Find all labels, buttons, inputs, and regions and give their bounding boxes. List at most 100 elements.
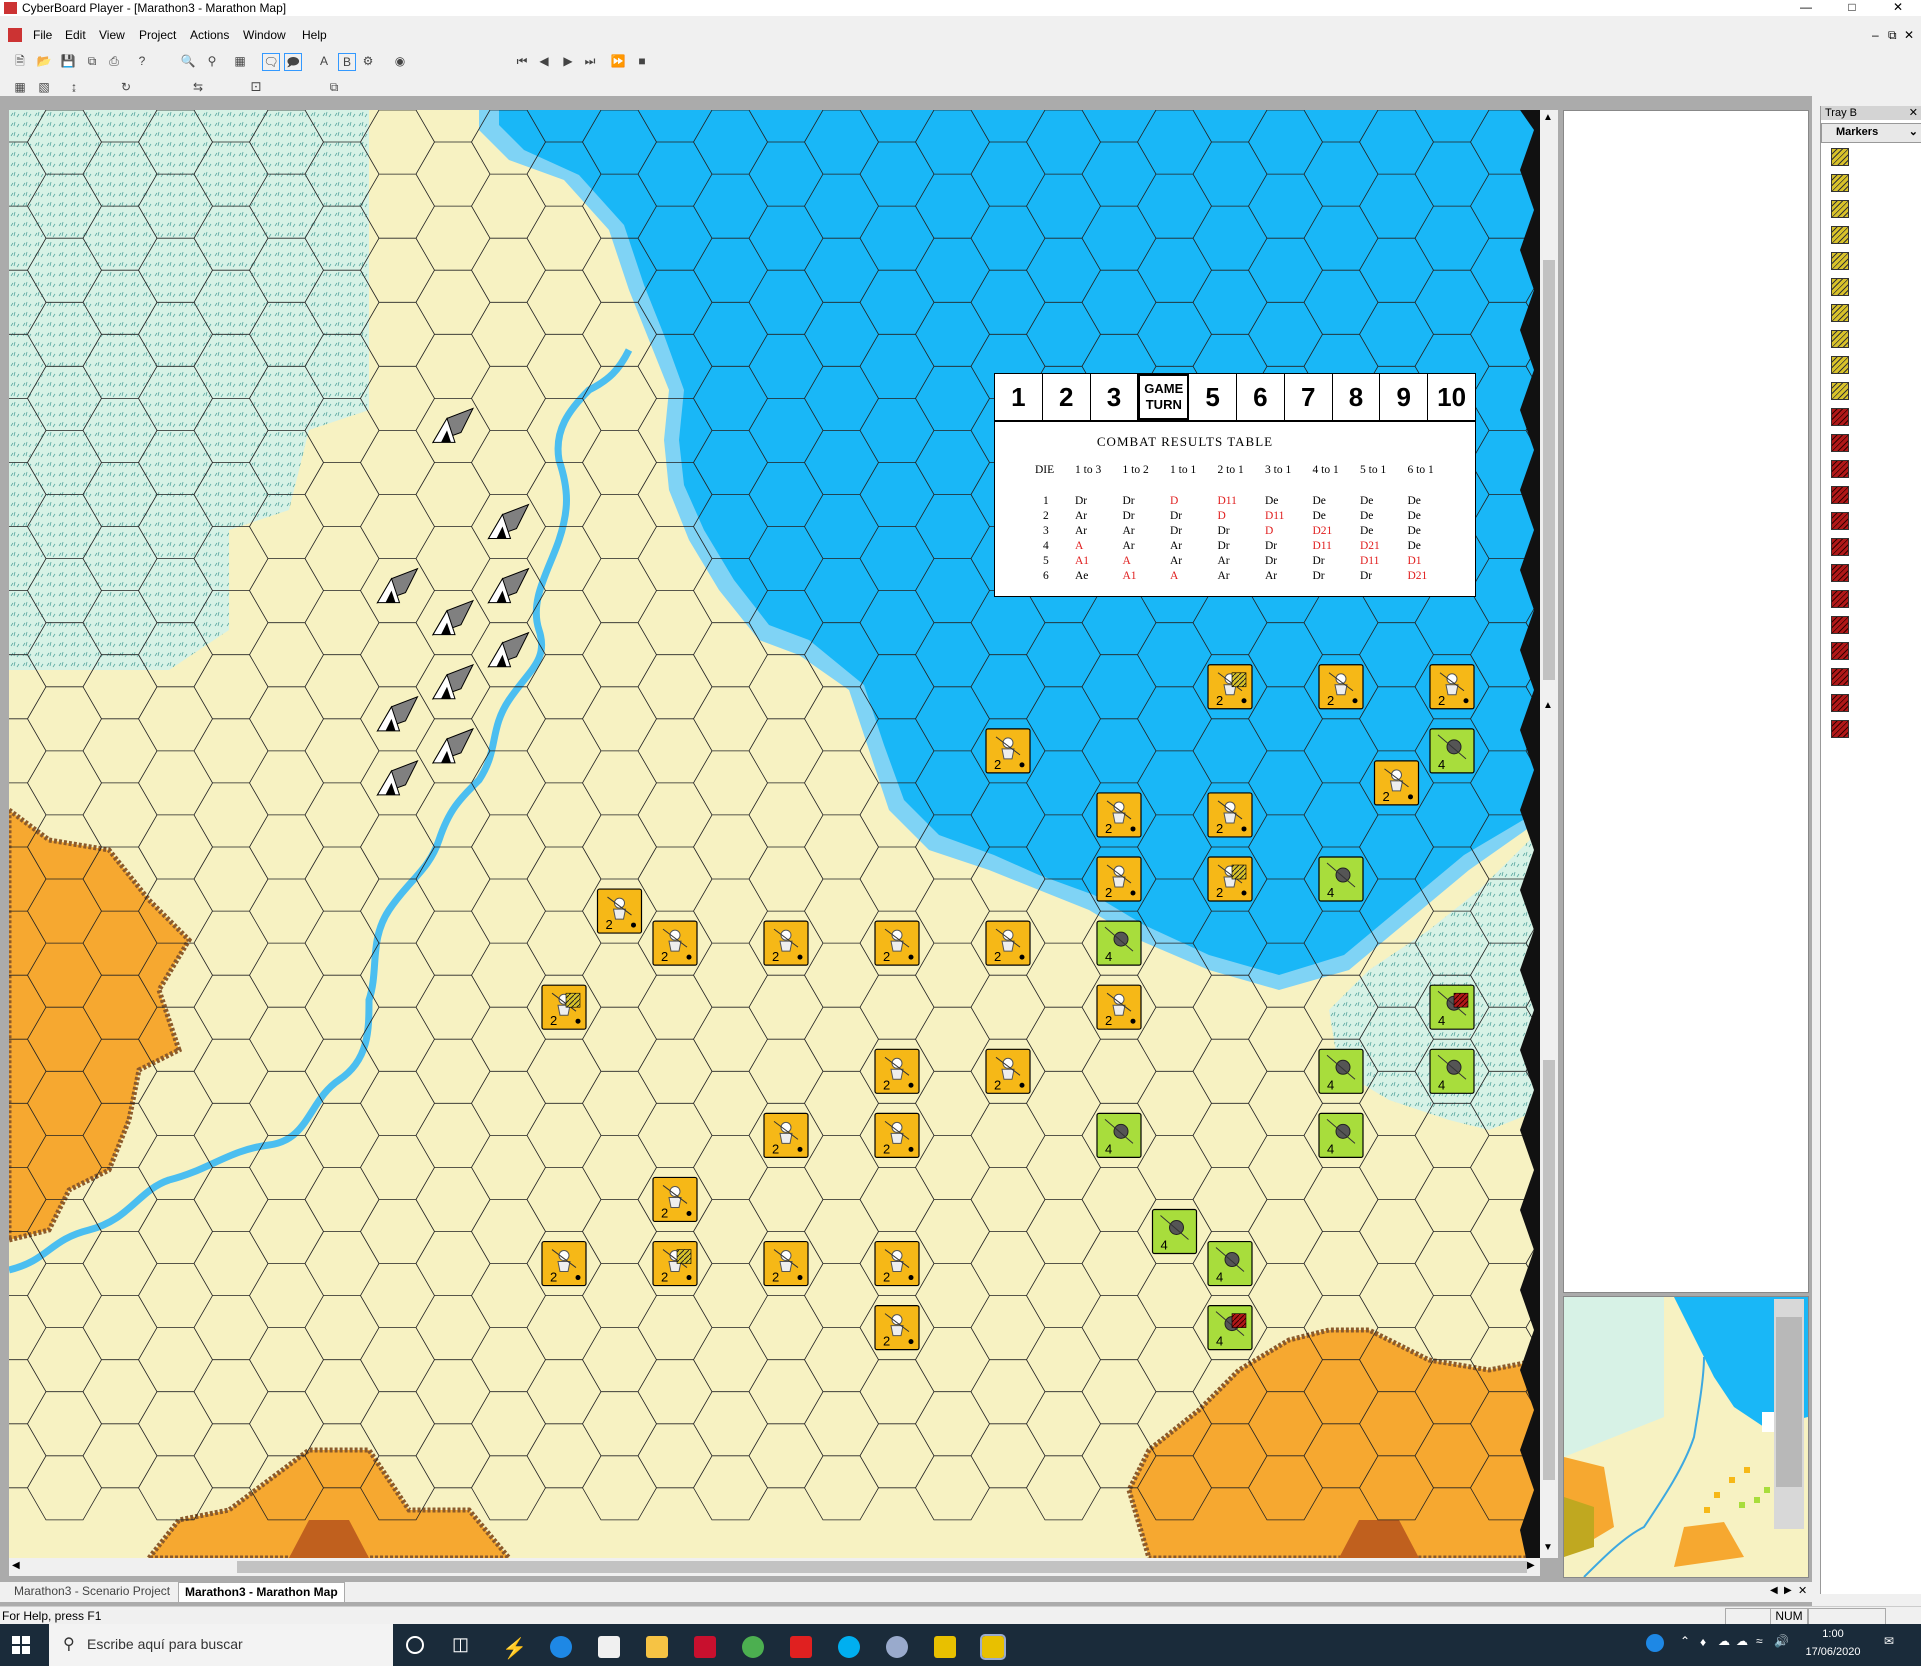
volume-icon[interactable]: 🔊	[1774, 1634, 1789, 1648]
marker-red-item[interactable]	[1831, 512, 1849, 530]
minimize-button[interactable]: —	[1783, 0, 1829, 16]
turn-box-10[interactable]: 10	[1428, 374, 1475, 420]
persian-counter[interactable]: 2	[541, 984, 587, 1030]
skype-icon[interactable]	[838, 1636, 860, 1658]
marker-yellow-item[interactable]	[1831, 174, 1849, 192]
marker-yellow-item[interactable]	[1831, 356, 1849, 374]
marker-red-item[interactable]	[1831, 460, 1849, 478]
greek-counter[interactable]: 4	[1096, 920, 1142, 966]
tab-scroll-right-icon[interactable]: ▶	[1784, 1585, 1792, 1596]
persian-counter[interactable]: 2	[652, 1240, 698, 1287]
doc-icon[interactable]	[8, 28, 22, 42]
greek-counter[interactable]: 4	[1096, 1112, 1142, 1158]
scroll-thumb[interactable]	[1543, 260, 1555, 680]
doc-minimize-button[interactable]: –	[1872, 28, 1879, 42]
menu-help[interactable]: Help	[302, 28, 327, 42]
cyberboard-player-icon[interactable]	[980, 1634, 1006, 1660]
marker-red-item[interactable]	[1831, 564, 1849, 582]
cortana-icon[interactable]	[406, 1636, 424, 1654]
file-explorer-icon[interactable]	[646, 1636, 668, 1658]
marker-red-item[interactable]	[1831, 720, 1849, 738]
prev-move-icon[interactable]: ◀	[536, 53, 552, 69]
persian-counter[interactable]: 2	[596, 888, 643, 934]
doc-restore-button[interactable]: ⧉	[1888, 28, 1897, 43]
marker-yellow-item[interactable]	[1831, 304, 1849, 322]
persian-counter[interactable]: 2	[874, 1240, 920, 1287]
persian-counter[interactable]: 2	[985, 920, 1031, 966]
tab-scroll-left-icon[interactable]: ◀	[1770, 1585, 1778, 1596]
store-icon[interactable]	[598, 1636, 620, 1658]
persian-counter[interactable]: 2	[1096, 792, 1142, 838]
key-icon[interactable]: ⚙	[360, 53, 376, 69]
text-a-icon[interactable]: A	[316, 53, 332, 69]
paint-icon[interactable]	[886, 1636, 908, 1658]
speech-bubble-icon[interactable]: 🗨	[262, 53, 280, 71]
greek-counter[interactable]: 4	[1318, 856, 1364, 902]
map-canvas[interactable]: 2222222222222222222222222222222222244444…	[9, 110, 1540, 1558]
greek-counter[interactable]: 4	[1429, 1048, 1475, 1094]
fast-forward-icon[interactable]: ⏩	[610, 53, 626, 69]
marker-red-item[interactable]	[1831, 408, 1849, 426]
menu-project[interactable]: Project	[139, 28, 176, 42]
greek-counter[interactable]: 4	[1318, 1048, 1364, 1094]
map-horizontal-scrollbar[interactable]: ◀ ▶	[9, 1558, 1540, 1576]
copy-icon[interactable]: ⧉	[84, 53, 100, 69]
tab-close-icon[interactable]: ✕	[1798, 1584, 1807, 1597]
tab-marathon-map[interactable]: Marathon3 - Marathon Map	[178, 1582, 345, 1602]
scroll-down-arrow[interactable]: ▼	[1543, 1542, 1553, 1553]
first-move-icon[interactable]: ⏮	[514, 53, 530, 69]
turn-box-8[interactable]: 8	[1333, 374, 1381, 420]
mcafee-icon[interactable]	[694, 1636, 716, 1658]
marker-red-item[interactable]	[1831, 590, 1849, 608]
record-icon[interactable]: ◉	[392, 53, 408, 69]
game-turn-marker[interactable]: GAME TURN	[1138, 374, 1190, 420]
overview-map-canvas[interactable]	[1564, 1297, 1808, 1577]
persian-counter[interactable]: 2	[763, 1240, 809, 1287]
persian-counter[interactable]: 2	[652, 920, 698, 966]
persian-counter[interactable]: 2	[985, 1048, 1031, 1094]
greek-counter[interactable]: 4	[1151, 1208, 1198, 1255]
clock-time[interactable]: 1:00	[1798, 1628, 1868, 1640]
marker-red-item[interactable]	[1831, 538, 1849, 556]
dropbox-icon[interactable]: ♦	[1700, 1635, 1706, 1649]
cloud-icon[interactable]: ☁	[1718, 1634, 1730, 1648]
persian-counter[interactable]: 2	[874, 1305, 920, 1351]
new-icon[interactable]: 🗎	[12, 53, 28, 69]
greek-counter[interactable]: 4	[1207, 1305, 1253, 1351]
persian-counter[interactable]: 2	[1318, 664, 1364, 710]
save-icon[interactable]: 💾	[60, 53, 76, 69]
zoom-out-icon[interactable]: ⚲	[204, 53, 220, 69]
rotate-icon[interactable]: ↻	[118, 79, 134, 95]
game-map[interactable]: 2222222222222222222222222222222222244444…	[9, 110, 1540, 1558]
persian-counter[interactable]: 2	[1429, 664, 1475, 710]
doc-close-button[interactable]: ✕	[1904, 28, 1914, 42]
persian-counter[interactable]: 2	[985, 728, 1031, 774]
scroll-mid-arrow[interactable]: ▲	[1543, 700, 1553, 711]
marker-red-item[interactable]	[1831, 486, 1849, 504]
turn-box-6[interactable]: 6	[1237, 374, 1285, 420]
persian-counter[interactable]: 2	[874, 920, 920, 966]
marker-red-item[interactable]	[1831, 668, 1849, 686]
cyberboard-designer-icon[interactable]	[934, 1636, 956, 1658]
persian-counter[interactable]: 2	[1096, 856, 1142, 902]
turn-box-7[interactable]: 7	[1285, 374, 1333, 420]
app-bolt-icon[interactable]: ⚡	[502, 1636, 527, 1660]
chevron-up-icon[interactable]: ⌃	[1680, 1634, 1690, 1648]
persian-counter[interactable]: 2	[1207, 792, 1253, 838]
turn-box-3[interactable]: 3	[1091, 374, 1139, 420]
turn-box-1[interactable]: 1	[995, 374, 1043, 420]
tray-select[interactable]: Markers ⌄	[1821, 123, 1921, 143]
persian-counter[interactable]: 2	[1096, 984, 1142, 1030]
turn-box-5[interactable]: 5	[1189, 374, 1237, 420]
marker-red-item[interactable]	[1831, 434, 1849, 452]
text-b-icon[interactable]: B	[338, 53, 356, 71]
board-icon[interactable]: ▦	[232, 53, 248, 69]
taskbar-search[interactable]: ⚲ Escribe aquí para buscar	[49, 1624, 393, 1666]
persian-counter[interactable]: 2	[1373, 760, 1420, 806]
marker-yellow-item[interactable]	[1831, 252, 1849, 270]
marker-yellow-item[interactable]	[1831, 226, 1849, 244]
hscroll-thumb[interactable]	[237, 1561, 1527, 1573]
group-icon[interactable]: ▦	[12, 79, 28, 95]
layers-icon[interactable]: ⧉	[326, 79, 342, 95]
turn-box-9[interactable]: 9	[1380, 374, 1429, 420]
